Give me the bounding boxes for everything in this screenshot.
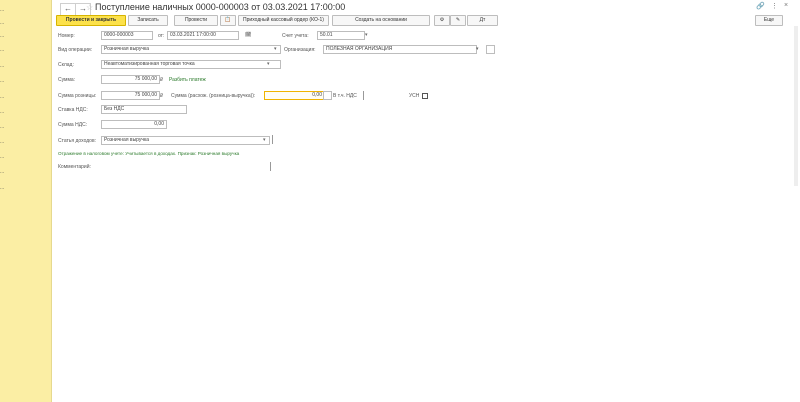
print-button[interactable]: Приходный кассовый ордер (КО-1) [238,15,329,26]
retail-sum-label: Сумма розницы: [58,93,97,99]
more-icon[interactable]: ⋮ [771,2,778,10]
link-icon[interactable]: 🔗 [756,2,765,10]
vat-sum-input[interactable]: 0,00 [101,120,167,129]
retail-diff-label: Сумма (расхож. (розница-выручка)): [171,93,256,99]
sidebar-item-9[interactable]: ... [0,124,4,130]
number-input[interactable]: 0000-000003 [101,31,153,40]
comment-label: Комментарий: [58,164,91,170]
more-button[interactable]: Еще [755,15,783,26]
chevron-down-icon: ▾ [274,46,277,52]
retail-sum-input[interactable]: 75 000,00 [101,91,160,100]
retail-diff-select-button[interactable] [323,91,332,100]
vat-sum-label: Сумма НДС: [58,122,88,128]
counterparty-label: Организация: [284,47,316,53]
split-payment-link[interactable]: Разбить платеж [169,77,206,83]
tax-accounting-hint[interactable]: Отражение в налоговом учете: Учитывается… [58,151,239,156]
create-basis-button[interactable]: Создать на основании [332,15,430,26]
currency-icon: ₽ [160,93,164,99]
op-type-label: Вид операции: [58,47,93,53]
sidebar-item-13[interactable]: ... [0,185,4,191]
article-label: Статья доходов: [58,138,97,144]
sidebar-item-2[interactable]: ... [0,20,4,26]
chevron-down-icon[interactable]: ▾ [263,137,266,143]
paperclip-icon: ✎ [455,17,461,23]
write-button[interactable]: Записать [128,15,168,26]
sidebar-item-4[interactable]: ... [0,47,4,53]
journal-icon: 📋 [224,17,232,23]
account-input[interactable]: 50.01 [317,31,365,40]
sidebar-item-11[interactable]: ... [0,154,4,160]
page-title: Поступление наличных 0000-000003 от 03.0… [95,2,346,12]
close-icon[interactable]: × [784,2,788,9]
usn-label: УСН [409,93,420,99]
sidebar-item-12[interactable]: ... [0,169,4,175]
article-select[interactable]: Розничная выручка [101,136,270,145]
post-button[interactable]: Провести [174,15,218,26]
date-input[interactable]: 03.03.2021 17:00:00 [167,31,239,40]
usn-checkbox[interactable] [422,93,428,99]
open-counterparty-button[interactable] [486,45,495,54]
structure-button[interactable]: ⚙ [434,15,450,26]
attach-button[interactable]: ✎ [450,15,466,26]
divider [272,135,273,144]
sidebar-item-3[interactable]: ... [0,33,4,39]
chevron-down-icon[interactable]: ▾ [476,46,479,52]
sidebar-item-6[interactable]: ... [0,78,4,84]
date-label: от: [158,33,165,39]
divider [363,91,364,100]
warehouse-input[interactable]: Неавтоматизированная торговая точка [101,60,281,69]
vat-included-label: В т.ч. НДС [333,93,357,99]
favorite-star-icon[interactable]: ☆ [86,3,93,12]
vat-rate-label: Ставка НДС: [58,107,88,113]
op-type-select[interactable]: Розничная выручка [101,45,281,54]
sidebar-item-10[interactable]: ... [0,139,4,145]
account-label: Счет учета: [282,33,309,39]
dt-kt-button[interactable]: Дт [467,15,498,26]
retail-diff-input[interactable]: 0,00 [264,91,325,100]
scrollbar[interactable] [794,26,798,186]
sum-label: Сумма: [58,77,76,83]
document-form: ← → ☆ Поступление наличных 0000-000003 о… [52,0,800,402]
sidebar-item-7[interactable]: ... [0,94,4,100]
warehouse-label: Склад: [58,62,74,68]
comment-input[interactable] [270,162,271,171]
chevron-down-icon[interactable]: ▾ [365,32,368,38]
sidebar-item-8[interactable]: ... [0,109,4,115]
sidebar-item-1[interactable]: ... [0,7,4,13]
number-label: Номер: [58,33,75,39]
structure-icon: ⚙ [439,17,445,23]
sidebar-item-5[interactable]: ... [0,63,4,69]
journal-button[interactable]: 📋 [220,15,236,26]
vat-rate-select[interactable]: Без НДС [101,105,187,114]
calendar-icon[interactable]: 🗓 [245,32,251,38]
sum-input[interactable]: 75 000,00 [101,75,160,84]
counterparty-input[interactable]: ПОЛЕЗНАЯ ОРГАНИЗАЦИЯ [323,45,477,54]
dt-kt-icon: Дт [479,17,486,23]
sidebar: ... ... ... ... ... ... ... ... ... ... … [0,0,52,402]
currency-icon: ₽ [160,77,164,83]
chevron-down-icon[interactable]: ▾ [267,61,270,67]
arrow-left-icon: ← [64,4,72,13]
post-and-close-button[interactable]: Провести и закрыть [56,15,126,26]
